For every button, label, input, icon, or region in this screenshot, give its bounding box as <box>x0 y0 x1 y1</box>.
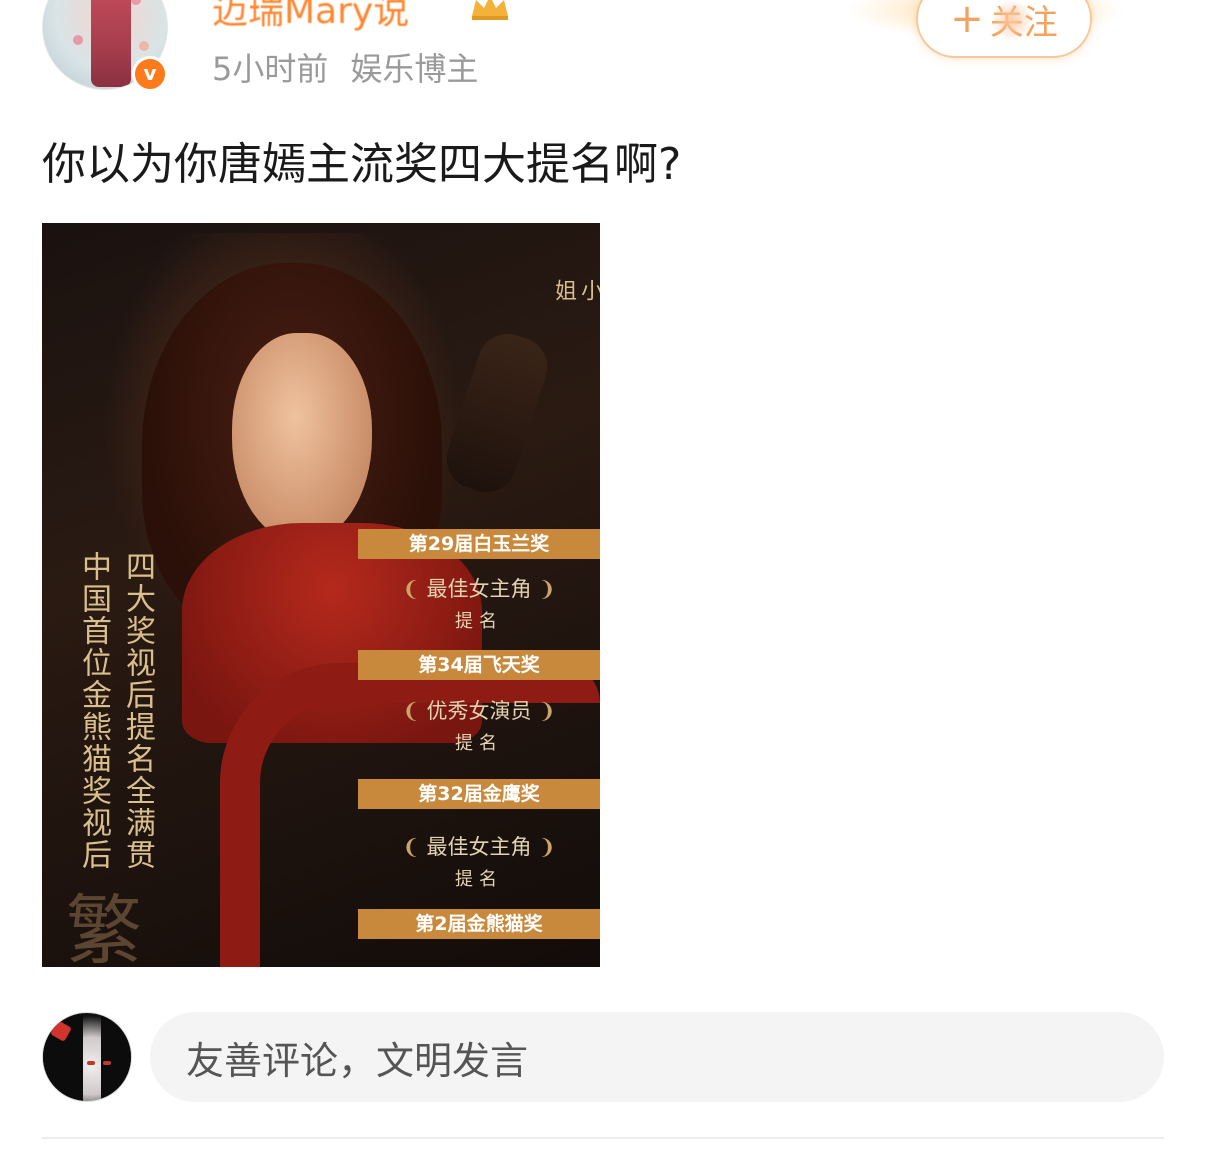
slogan-right: 四大奖视后提名全满贯 <box>120 551 155 871</box>
poster-face <box>232 333 372 543</box>
avatar-hair <box>101 1013 131 1101</box>
award-category: 优秀女演员 <box>358 695 600 725</box>
award-status: 提名 <box>455 869 503 890</box>
crown-icon <box>472 0 508 20</box>
poster-title-char: 繁 <box>66 886 142 967</box>
avatar-eye <box>87 1061 95 1065</box>
verified-badge-icon: v <box>132 56 168 92</box>
divider <box>42 1137 1164 1139</box>
post-meta: 5小时前 娱乐博主 <box>212 44 478 90</box>
sticker-decoration <box>990 0 1034 40</box>
plus-icon: + <box>950 0 984 42</box>
post-image[interactable]: 唐 嫣 饰 汪 小 姐 四大奖视后提名全满贯 中国首位金熊猫奖视后 繁 第29届… <box>42 223 600 967</box>
avatar-eye <box>103 1061 111 1065</box>
role-credit: 唐 嫣 饰 汪 小 姐 <box>550 279 600 313</box>
award-category: 最佳女主角 <box>358 831 600 861</box>
avatar-petal <box>139 41 149 51</box>
award-item: 最佳女主角 提名 <box>358 831 600 891</box>
award-category: 最佳女主角 <box>358 573 600 603</box>
author-tag: 娱乐博主 <box>350 50 479 88</box>
award-name: 第32届金鹰奖 <box>358 779 600 809</box>
avatar-petal <box>131 0 141 5</box>
award-status: 提名 <box>455 611 503 632</box>
user-avatar[interactable] <box>42 1012 132 1102</box>
avatar-figure <box>91 0 131 87</box>
award-name: 第29届白玉兰奖 <box>358 529 600 559</box>
post-text: 你以为你唐嫣主流奖四大提名啊? <box>42 139 682 190</box>
award-item: 优秀女演员 提名 <box>358 695 600 755</box>
slogan-left: 中国首位金熊猫奖视后 <box>76 551 111 871</box>
post-time: 5小时前 <box>212 50 329 88</box>
comment-input[interactable]: 友善评论，文明发言 <box>150 1012 1164 1102</box>
role-char: 小 <box>577 279 600 303</box>
award-name: 第2届金熊猫奖 <box>358 909 600 939</box>
award-status: 提名 <box>455 733 503 754</box>
role-char: 姐 <box>551 279 576 303</box>
award-item: 最佳女主角 提名 <box>358 573 600 633</box>
avatar-petal <box>73 35 83 45</box>
award-name: 第34届飞天奖 <box>358 650 600 680</box>
author-name[interactable]: 迈瑞Mary说 <box>212 0 409 34</box>
